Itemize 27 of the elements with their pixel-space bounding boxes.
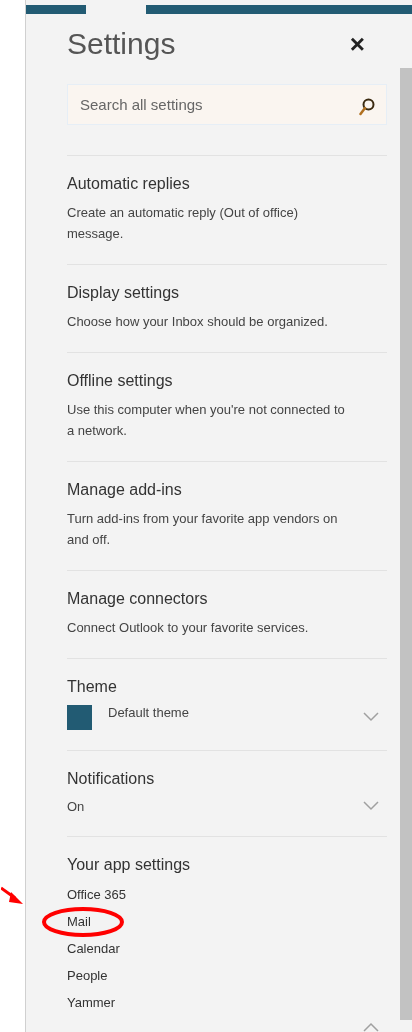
scrollbar[interactable] xyxy=(400,0,412,1032)
close-button[interactable]: × xyxy=(349,31,365,57)
section-title: Your app settings xyxy=(67,855,192,875)
section-description: Choose how your Inbox should be organized. xyxy=(67,312,329,331)
section-description: Create an automatic reply (Out of office) message. xyxy=(67,203,299,243)
section-description: Use this computer when you're not connected to a network. xyxy=(67,400,346,440)
chevron-down-icon[interactable] xyxy=(363,801,379,812)
app-settings-link[interactable]: Office 365 xyxy=(67,884,127,905)
app-settings-link[interactable]: People xyxy=(67,965,108,986)
section-title[interactable]: Notifications xyxy=(67,768,379,789)
app-settings-link[interactable]: Calendar xyxy=(67,938,120,959)
section-title[interactable]: Theme xyxy=(67,676,379,697)
search-field[interactable]: Search all settings xyxy=(67,84,387,125)
panel-title: Settings xyxy=(67,26,176,62)
section-title[interactable]: Manage add-ins xyxy=(67,479,379,500)
section-title[interactable]: Automatic replies xyxy=(67,173,379,194)
search-icon[interactable] xyxy=(359,98,375,116)
section-title[interactable]: Display settings xyxy=(67,282,379,303)
section-description: Turn add-ins from your favorite app vendors on and off. xyxy=(67,509,339,549)
section-title[interactable]: Offline settings xyxy=(67,370,379,391)
chevron-down-icon[interactable] xyxy=(363,712,379,722)
section-description: Connect Outlook to your favorite services. xyxy=(67,618,310,637)
section-title[interactable]: Manage connectors xyxy=(67,588,379,609)
chevron-up-icon[interactable] xyxy=(363,1022,379,1032)
app-settings-link[interactable]: Yammer xyxy=(67,992,116,1013)
select-value[interactable]: On xyxy=(67,796,363,816)
theme-value[interactable]: Default theme xyxy=(108,703,363,723)
